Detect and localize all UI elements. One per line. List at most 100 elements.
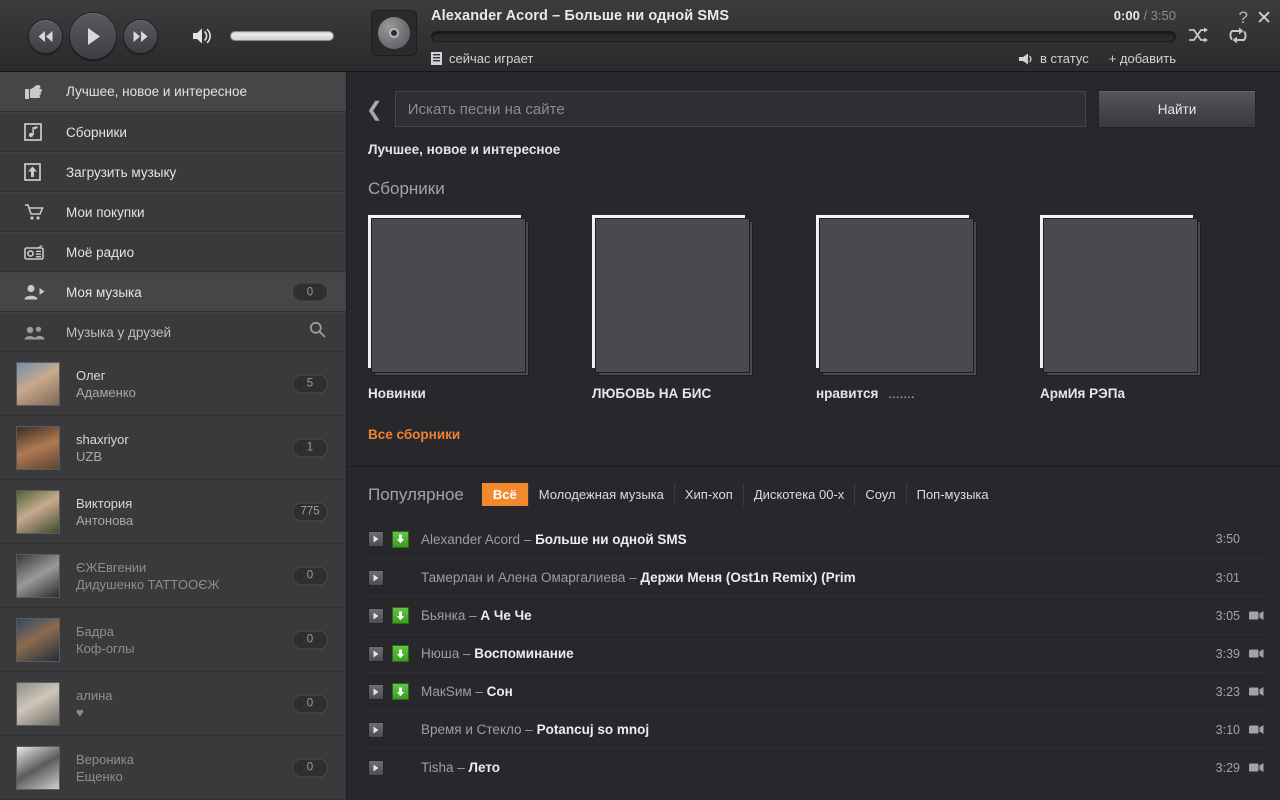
track-label: Alexander Acord – Больше ни одной SMS xyxy=(421,532,687,547)
friend-item[interactable]: алина ♥ 0 xyxy=(0,672,346,736)
album-title: Новинки xyxy=(368,386,426,401)
sidebar-item-4[interactable]: Моё радио xyxy=(0,232,346,272)
track-meta: 3:39 xyxy=(1216,647,1264,661)
radio-icon xyxy=(24,244,50,260)
track-duration: 3:50 xyxy=(1150,8,1176,23)
play-button[interactable] xyxy=(69,12,117,60)
avatar xyxy=(16,361,60,406)
friends-search-icon[interactable] xyxy=(309,321,326,343)
friend-item[interactable]: Бадра Коф-оглы 0 xyxy=(0,608,346,672)
friend-names: Бадра Коф-оглы xyxy=(76,623,134,657)
genre-tab-2[interactable]: Хип-хоп xyxy=(673,483,743,506)
friend-item[interactable]: ЄЖЕвгении Дидушенко TATTOOЄЖ 0 xyxy=(0,544,346,608)
track-label: Время и Стекло – Potancuj so mnoj xyxy=(421,722,649,737)
track-label: МакSим – Сон xyxy=(421,684,513,699)
track-play-button[interactable] xyxy=(368,683,384,700)
now-playing-link[interactable]: сейчас играет xyxy=(431,51,533,66)
share-to-status-button[interactable]: в статус xyxy=(1018,51,1089,66)
collections-title: Сборники xyxy=(368,179,445,198)
track-play-button[interactable] xyxy=(368,759,384,776)
track-name: Держи Меня (Ost1n Remix) (Prim xyxy=(640,570,856,585)
video-camera-icon[interactable] xyxy=(1249,724,1264,735)
friend-item[interactable]: Олег Адаменко 5 xyxy=(0,352,346,416)
sidebar-item-label: Загрузить музыку xyxy=(66,164,177,180)
video-camera-icon[interactable] xyxy=(1249,648,1264,659)
album-thumbnail[interactable] xyxy=(371,10,417,56)
genre-tab-4[interactable]: Соул xyxy=(854,483,905,506)
progress-bar[interactable] xyxy=(431,31,1176,42)
track-list: Alexander Acord – Больше ни одной SMS 3:5… xyxy=(368,520,1280,786)
genre-tab-5[interactable]: Поп-музыка xyxy=(905,483,999,506)
album-cover-dan-balan-lyubi[interactable]: DAN BALAN Люби xyxy=(592,215,745,368)
sidebar-item-3[interactable]: Мои покупки xyxy=(0,192,346,232)
album-cover-headphones-girl[interactable]: ✱ xyxy=(816,215,969,368)
previous-track-button[interactable] xyxy=(28,18,63,54)
breadcrumb: Лучшее, новое и интересное xyxy=(368,142,561,157)
search-input[interactable] xyxy=(394,91,1086,127)
track-play-button[interactable] xyxy=(368,607,384,624)
friend-track-count: 0 xyxy=(292,758,328,777)
track-row[interactable]: Alexander Acord – Больше ни одной SMS 3:5… xyxy=(368,520,1264,558)
track-row[interactable]: МакSим – Сон 3:23 xyxy=(368,672,1264,710)
now-playing-actions: в статус + добавить xyxy=(1018,51,1176,66)
sidebar-item-2[interactable]: Загрузить музыку xyxy=(0,152,346,192)
close-button[interactable]: ✕ xyxy=(1256,7,1272,30)
track-play-button[interactable] xyxy=(368,721,384,738)
friend-item[interactable]: Вероника Ещенко 0 xyxy=(0,736,346,800)
track-play-button[interactable] xyxy=(368,569,384,586)
friend-first-name: Виктория xyxy=(76,495,133,511)
help-button[interactable]: ? xyxy=(1239,8,1248,28)
video-camera-icon[interactable] xyxy=(1249,762,1264,773)
add-track-button[interactable]: + добавить xyxy=(1109,51,1176,66)
friend-second-name: Антонова xyxy=(76,512,134,528)
shuffle-icon[interactable] xyxy=(1188,27,1208,44)
friend-item[interactable]: shaxriyor UZB 1 xyxy=(0,416,346,480)
genre-tab-1[interactable]: Молодежная музыка xyxy=(527,483,674,506)
sidebar-item-5[interactable]: Моя музыка 0 xyxy=(0,272,346,312)
volume-icon[interactable] xyxy=(192,27,214,45)
sidebar-item-1[interactable]: Сборники xyxy=(0,112,346,152)
video-camera-icon[interactable] xyxy=(1249,610,1264,621)
genre-tab-3[interactable]: Дискотека 00-х xyxy=(742,483,855,506)
thumbs-up-icon xyxy=(24,84,50,100)
album-card[interactable]: CZAR ТРЕКИ 2011 АрмИя РЭПа xyxy=(1040,215,1264,401)
sidebar-item-6[interactable]: Музыка у друзей xyxy=(0,312,346,352)
sidebar-item-0[interactable]: Лучшее, новое и интересное xyxy=(0,72,346,112)
next-track-button[interactable] xyxy=(123,18,158,54)
friend-item[interactable]: Виктория Антонова 775 xyxy=(0,480,346,544)
track-download-button[interactable] xyxy=(392,530,409,548)
track-download-button[interactable] xyxy=(392,607,409,624)
sidebar-item-badge: 0 xyxy=(292,282,328,302)
friend-track-count: 5 xyxy=(292,374,328,393)
search-bar: ❮ Найти xyxy=(348,72,1280,128)
track-name: Potancuj so mnoj xyxy=(536,722,650,737)
video-camera-icon[interactable] xyxy=(1249,686,1264,697)
album-cover-vintage-decamerone[interactable]: VINTAGE DECAMERONE new xyxy=(368,215,521,368)
track-row[interactable]: Бьянка – А Че Че 3:05 xyxy=(368,596,1264,634)
track-row[interactable]: Tisha – Лето 3:29 xyxy=(368,748,1264,786)
track-play-button[interactable] xyxy=(368,645,384,662)
track-label: Бьянка – А Че Че xyxy=(421,608,532,623)
search-button[interactable]: Найти xyxy=(1098,90,1256,128)
back-chevron-icon[interactable]: ❮ xyxy=(366,97,383,122)
sidebar-item-label: Музыка у друзей xyxy=(66,324,172,340)
track-row[interactable]: Тамерлан и Алена Омаргалиева – Держи Мен… xyxy=(368,558,1264,596)
album-card[interactable]: ✱ нравится....... xyxy=(816,215,1040,401)
volume-slider[interactable] xyxy=(230,31,334,41)
friend-second-name: ♥ xyxy=(76,704,84,720)
all-collections-link[interactable]: Все сборники xyxy=(368,427,460,442)
track-row[interactable]: Нюша – Воспоминание 3:39 xyxy=(368,634,1264,672)
genre-tab-0[interactable]: Всё xyxy=(481,483,528,506)
album-card[interactable]: VINTAGE DECAMERONE new Новинки xyxy=(368,215,592,401)
album-card[interactable]: DAN BALAN Люби ЛЮБОВЬ НА БИС xyxy=(592,215,816,401)
track-download-button[interactable] xyxy=(392,645,409,662)
track-label: Тамерлан и Алена Омаргалиева – Держи Мен… xyxy=(421,570,856,585)
album-cover-czar-treki-2011[interactable]: CZAR ТРЕКИ 2011 xyxy=(1040,215,1193,368)
track-download-button[interactable] xyxy=(392,683,409,700)
avatar xyxy=(16,617,60,662)
album-title-row: АрмИя РЭПа xyxy=(1040,386,1264,401)
track-row[interactable]: Время и Стекло – Potancuj so mnoj 3:10 xyxy=(368,710,1264,748)
track-play-button[interactable] xyxy=(368,531,384,547)
repeat-icon[interactable] xyxy=(1228,26,1248,45)
megaphone-icon xyxy=(1018,53,1032,64)
